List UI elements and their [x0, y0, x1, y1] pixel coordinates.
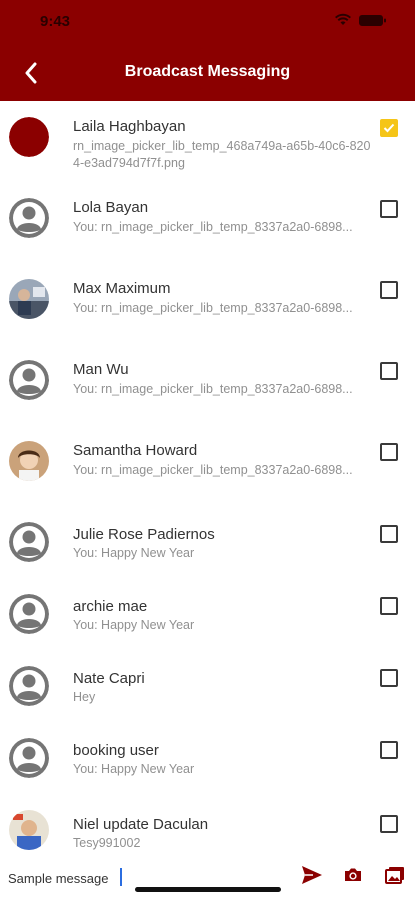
status-icons	[335, 13, 391, 27]
checkmark-icon	[383, 123, 395, 133]
user-placeholder-icon	[9, 666, 49, 706]
contact-row[interactable]: Lola Bayan You: rn_image_picker_lib_temp…	[0, 182, 415, 263]
select-checkbox[interactable]	[380, 741, 398, 759]
contact-name: Niel update Daculan	[73, 816, 209, 833]
contact-name: booking user	[73, 742, 159, 759]
contact-last-message: You: Happy New Year	[73, 546, 195, 560]
select-checkbox[interactable]	[380, 119, 398, 137]
camera-button[interactable]	[343, 865, 363, 890]
user-placeholder-icon	[9, 198, 49, 238]
select-checkbox[interactable]	[380, 443, 398, 461]
text-caret	[120, 868, 122, 886]
contact-name: Man Wu	[73, 361, 129, 378]
gallery-button[interactable]	[385, 865, 405, 890]
contact-list[interactable]: Laila Haghbayan rn_image_picker_lib_temp…	[0, 101, 415, 859]
user-placeholder-icon	[9, 360, 49, 400]
message-input[interactable]	[8, 867, 288, 889]
contact-row[interactable]: Samantha Howard You: rn_image_picker_lib…	[0, 425, 415, 506]
user-photo	[9, 279, 49, 319]
select-checkbox[interactable]	[380, 200, 398, 218]
avatar	[9, 117, 49, 157]
contact-row[interactable]: Max Maximum You: rn_image_picker_lib_tem…	[0, 263, 415, 344]
select-checkbox[interactable]	[380, 597, 398, 615]
contact-name: archie mae	[73, 598, 148, 615]
app-header: 9:43 Broadcast Messaging	[0, 0, 415, 101]
contact-last-message: You: rn_image_picker_lib_temp_8337a2a0-6…	[73, 220, 353, 234]
gallery-icon	[385, 867, 404, 884]
contact-last-message: You: Happy New Year	[73, 762, 195, 776]
contact-name: Nate Capri	[73, 670, 145, 687]
contact-row[interactable]: Man Wu You: rn_image_picker_lib_temp_833…	[0, 344, 415, 425]
contact-row[interactable]: Nate Capri Hey	[0, 650, 415, 722]
user-photo	[9, 810, 49, 850]
contact-name: Max Maximum	[73, 280, 171, 297]
wifi-icon	[335, 13, 351, 25]
avatar	[9, 279, 49, 319]
avatar	[9, 198, 49, 238]
page-title: Broadcast Messaging	[124, 63, 291, 80]
user-placeholder-icon	[9, 522, 49, 562]
user-placeholder-icon	[9, 738, 49, 778]
contact-last-message: You: rn_image_picker_lib_temp_8337a2a0-6…	[73, 382, 353, 396]
contact-row[interactable]: Laila Haghbayan rn_image_picker_lib_temp…	[0, 101, 415, 182]
contact-row[interactable]: booking user You: Happy New Year	[0, 722, 415, 794]
contact-last-message: You: rn_image_picker_lib_temp_8337a2a0-6…	[73, 463, 353, 477]
select-checkbox[interactable]	[380, 362, 398, 380]
send-icon	[302, 866, 322, 884]
select-checkbox[interactable]	[380, 525, 398, 543]
avatar	[9, 666, 49, 706]
contact-name: Laila Haghbayan	[73, 118, 186, 135]
battery-icon	[359, 15, 386, 26]
user-photo	[9, 441, 49, 481]
home-indicator	[135, 887, 281, 892]
avatar	[9, 522, 49, 562]
user-placeholder-icon	[9, 594, 49, 634]
camera-icon	[345, 868, 361, 881]
avatar	[9, 441, 49, 481]
contact-last-message: rn_image_picker_lib_temp_468a749a-a65b-4…	[73, 139, 371, 170]
contact-last-message: Tesy991002	[73, 836, 141, 850]
contact-last-message: You: Happy New Year	[73, 618, 195, 632]
send-button[interactable]	[301, 865, 323, 890]
select-checkbox[interactable]	[380, 815, 398, 833]
select-checkbox[interactable]	[380, 669, 398, 687]
contact-last-message: Hey	[73, 690, 96, 704]
avatar	[9, 360, 49, 400]
contact-name: Samantha Howard	[73, 442, 198, 459]
contact-last-message: You: rn_image_picker_lib_temp_8337a2a0-6…	[73, 301, 353, 315]
contact-row[interactable]: Niel update Daculan Tesy991002	[0, 794, 415, 859]
select-checkbox[interactable]	[380, 281, 398, 299]
avatar	[9, 810, 49, 850]
avatar	[9, 738, 49, 778]
contact-row[interactable]: Julie Rose Padiernos You: Happy New Year	[0, 506, 415, 578]
contact-name: Lola Bayan	[73, 199, 149, 216]
contact-name: Julie Rose Padiernos	[73, 526, 215, 543]
contact-row[interactable]: archie mae You: Happy New Year	[0, 578, 415, 650]
status-time: 9:43	[40, 13, 71, 30]
avatar	[9, 594, 49, 634]
